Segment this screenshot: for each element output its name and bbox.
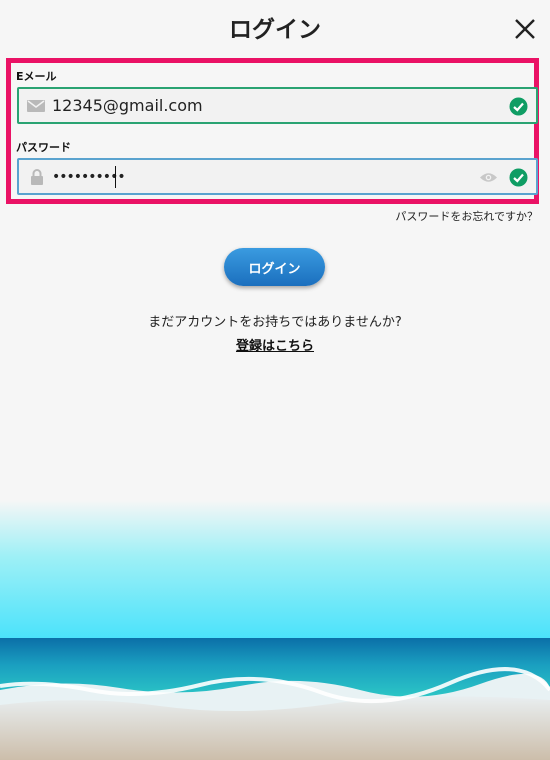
password-value: •••••••••• <box>52 169 126 185</box>
email-value: 12345@gmail.com <box>52 96 203 115</box>
close-icon[interactable] <box>514 18 536 40</box>
login-button[interactable]: ログイン <box>224 248 325 286</box>
password-label: パスワード <box>16 141 71 154</box>
header: ログイン <box>0 0 550 58</box>
beach-background <box>0 500 550 760</box>
email-field[interactable]: 12345@gmail.com <box>17 87 538 124</box>
signup-prompt: まだアカウントをお持ちではありませんか? <box>148 315 402 330</box>
check-circle-icon <box>509 168 528 187</box>
login-form: Eメール 12345@gmail.com パスワード •••••••••• <box>6 58 539 204</box>
page-title: ログイン <box>229 17 321 43</box>
mail-icon <box>27 100 45 112</box>
eye-icon[interactable] <box>479 171 498 184</box>
check-circle-icon <box>509 97 528 116</box>
forgot-password-link[interactable]: パスワードをお忘れですか？ <box>395 208 538 224</box>
lock-icon <box>31 169 43 185</box>
email-label: Eメール <box>16 70 57 83</box>
password-field[interactable]: •••••••••• <box>17 158 538 195</box>
text-caret <box>115 166 116 188</box>
register-link[interactable]: 登録はこちら <box>0 335 550 354</box>
